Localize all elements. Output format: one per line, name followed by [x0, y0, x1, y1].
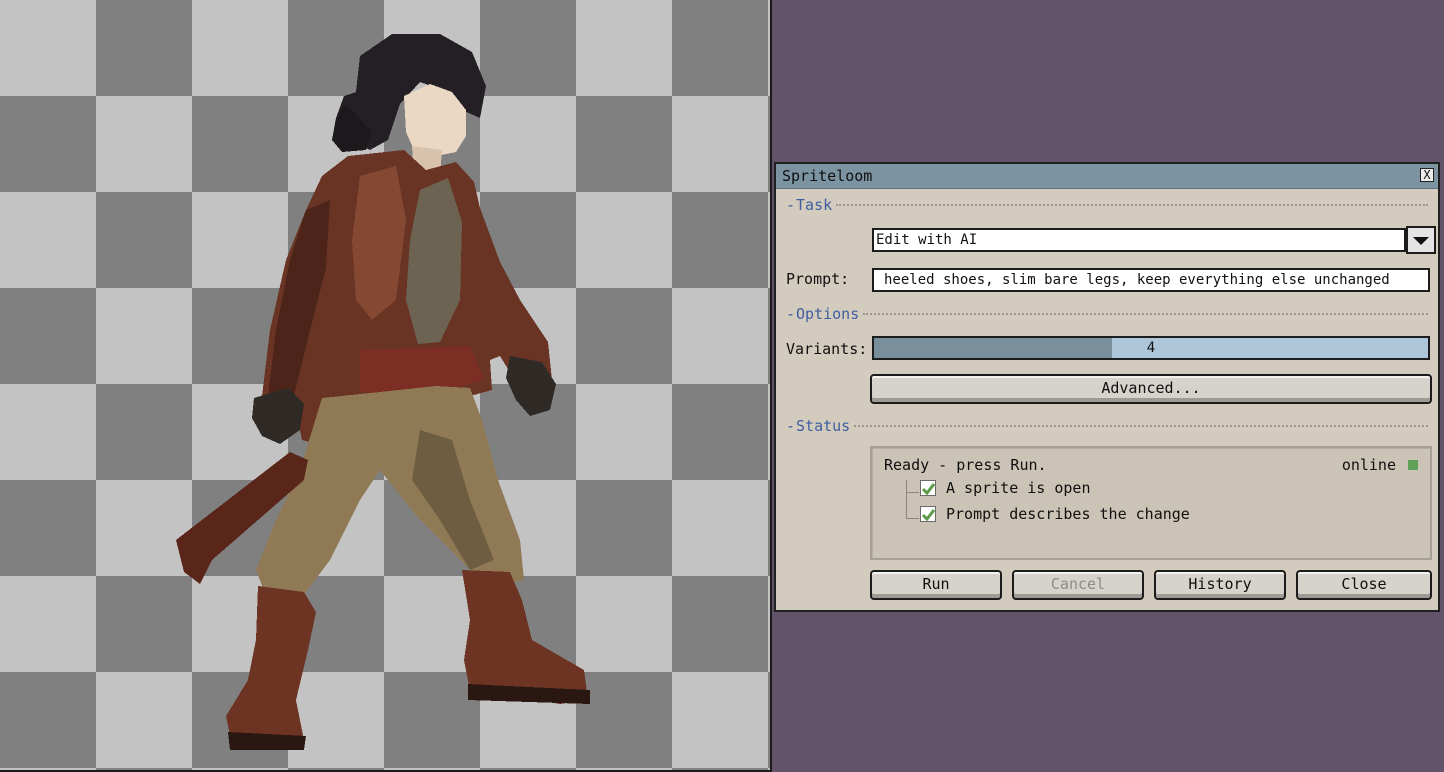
history-button[interactable]: History [1154, 570, 1286, 600]
section-task: - Task [786, 195, 1428, 215]
check-label: Prompt describes the change [946, 505, 1190, 523]
advanced-button[interactable]: Advanced... [870, 374, 1432, 404]
task-mode-select[interactable]: Edit with AI [872, 228, 1406, 252]
run-button[interactable]: Run [870, 570, 1002, 600]
checkbox-checked-icon [920, 480, 936, 496]
close-button[interactable]: Close [1296, 570, 1432, 600]
section-options: - Options [786, 304, 1428, 324]
sprite-left-boot [226, 586, 316, 748]
checkbox-checked-icon [920, 506, 936, 522]
prompt-label: Prompt: [786, 270, 850, 288]
sprite-left-glove [252, 388, 304, 444]
cancel-button[interactable]: Cancel [1012, 570, 1144, 600]
online-indicator [1408, 460, 1418, 470]
section-task-label: Task [796, 196, 833, 214]
section-options-label: Options [796, 305, 860, 323]
sprite-canvas[interactable] [0, 0, 772, 772]
check-sprite-open: A sprite is open [920, 478, 1091, 498]
check-label: A sprite is open [946, 479, 1091, 497]
dialog-title: Spriteloom [782, 167, 873, 185]
status-text: Ready - press Run. [884, 456, 1047, 474]
close-icon[interactable]: X [1420, 168, 1434, 182]
sprite-right-boot [462, 570, 588, 704]
prompt-input[interactable]: heeled shoes, slim bare legs, keep every… [872, 268, 1430, 292]
online-label: online [1341, 456, 1396, 474]
character-sprite [176, 34, 590, 750]
variants-value: 4 [1146, 340, 1156, 356]
chevron-down-icon[interactable] [1406, 226, 1436, 254]
section-status: - Status [786, 416, 1428, 436]
section-status-label: Status [796, 417, 851, 435]
status-panel: Ready - press Run. online A sprite is op… [870, 446, 1432, 560]
check-prompt-describes: Prompt describes the change [920, 504, 1190, 524]
variants-slider[interactable]: 4 [872, 336, 1430, 360]
dialog-titlebar[interactable]: Spriteloom X [776, 164, 1438, 189]
spriteloom-dialog: Spriteloom X - Task Edit with AI Prompt: … [774, 162, 1440, 612]
tree-connector [906, 492, 919, 519]
variants-label: Variants: [786, 340, 868, 358]
